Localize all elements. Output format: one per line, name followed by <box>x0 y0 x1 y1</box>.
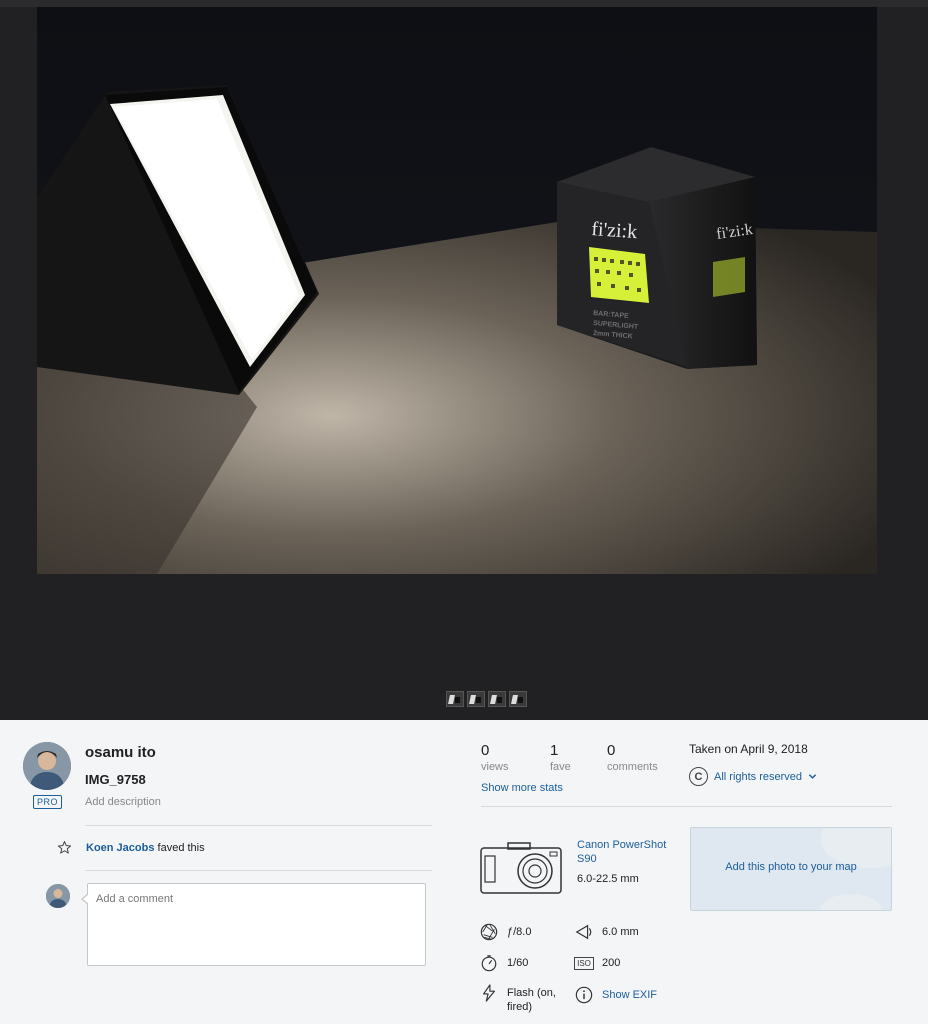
flash-icon <box>480 984 498 1002</box>
views-label: views <box>481 761 509 773</box>
thumbnail-1[interactable] <box>446 691 464 707</box>
comment-input[interactable]: Add a comment <box>81 883 426 966</box>
exif-iso: ISO 200 <box>574 954 621 972</box>
comments-label: comments <box>607 761 658 773</box>
divider <box>85 870 432 871</box>
star-icon[interactable] <box>57 840 72 855</box>
main-photo[interactable]: fi'zi:k fi'zi:k BAR:TAPE SUPERLIGHT 2mm … <box>37 7 877 574</box>
camera-icon <box>480 842 562 899</box>
aperture-icon <box>480 923 498 941</box>
show-exif-label: Show EXIF <box>602 989 658 1001</box>
viewer-top-strip <box>0 0 928 7</box>
divider <box>481 806 892 807</box>
owner-avatar[interactable] <box>23 742 71 790</box>
lens-icon <box>575 923 593 941</box>
license-label: All rights reserved <box>714 770 803 783</box>
info-icon <box>575 986 593 1004</box>
views-stat: 0 views <box>481 742 509 773</box>
owner-name[interactable]: osamu ito <box>85 744 156 761</box>
photo-thumbnail-strip <box>446 691 527 707</box>
exif-focal-length: 6.0 mm <box>575 923 639 941</box>
commenter-avatar <box>46 884 70 908</box>
photo-title[interactable]: IMG_9758 <box>85 772 146 787</box>
exif-aperture: ƒ/8.0 <box>480 923 531 941</box>
divider <box>85 825 432 826</box>
iso-value: 200 <box>602 957 621 969</box>
license-dropdown[interactable]: C All rights reserved <box>689 767 817 786</box>
focal-length-value: 6.0 mm <box>602 926 639 938</box>
camera-model-link[interactable]: Canon PowerShot S90 <box>577 838 667 866</box>
faves-label: fave <box>550 761 571 773</box>
add-to-map-label: Add this photo to your map <box>725 861 857 873</box>
add-to-map-box[interactable]: Add this photo to your map <box>690 827 892 911</box>
shutter-value: 1/60 <box>507 957 529 969</box>
views-count: 0 <box>481 742 490 759</box>
iso-icon: ISO <box>574 954 594 972</box>
add-description-link[interactable]: Add description <box>85 796 161 808</box>
chevron-down-icon <box>808 774 817 779</box>
photo-info-panel: PRO osamu ito IMG_9758 Add description K… <box>0 720 928 1024</box>
thumbnail-3[interactable] <box>488 691 506 707</box>
comments-stat: 0 comments <box>607 742 658 773</box>
thumbnail-4[interactable] <box>509 691 527 707</box>
copyright-icon: C <box>689 767 708 786</box>
faver-name[interactable]: Koen Jacobs <box>86 842 154 854</box>
faves-stat: 1 fave <box>550 742 571 773</box>
faved-text: faved this <box>157 841 205 854</box>
faves-count: 1 <box>550 742 559 759</box>
show-exif-link[interactable]: Show EXIF <box>575 986 657 1004</box>
exif-flash: Flash (on, fired) <box>480 984 569 1014</box>
aperture-value: ƒ/8.0 <box>507 926 532 938</box>
exif-shutter: 1/60 <box>480 954 528 972</box>
photo-viewer: fi'zi:k fi'zi:k BAR:TAPE SUPERLIGHT 2mm … <box>0 0 928 720</box>
date-taken[interactable]: Taken on April 9, 2018 <box>689 742 808 756</box>
thumbnail-2[interactable] <box>467 691 485 707</box>
pro-badge: PRO <box>33 795 63 809</box>
flash-value: Flash (on, fired) <box>507 987 556 1013</box>
comments-count: 0 <box>607 742 616 759</box>
show-more-stats-link[interactable]: Show more stats <box>481 782 563 794</box>
lens-focal-range: 6.0-22.5 mm <box>577 873 639 885</box>
box-brand-text: fi'zi:k <box>591 218 638 243</box>
fave-row: Koen Jacobs faved this <box>57 840 205 855</box>
stopwatch-icon <box>480 954 498 972</box>
